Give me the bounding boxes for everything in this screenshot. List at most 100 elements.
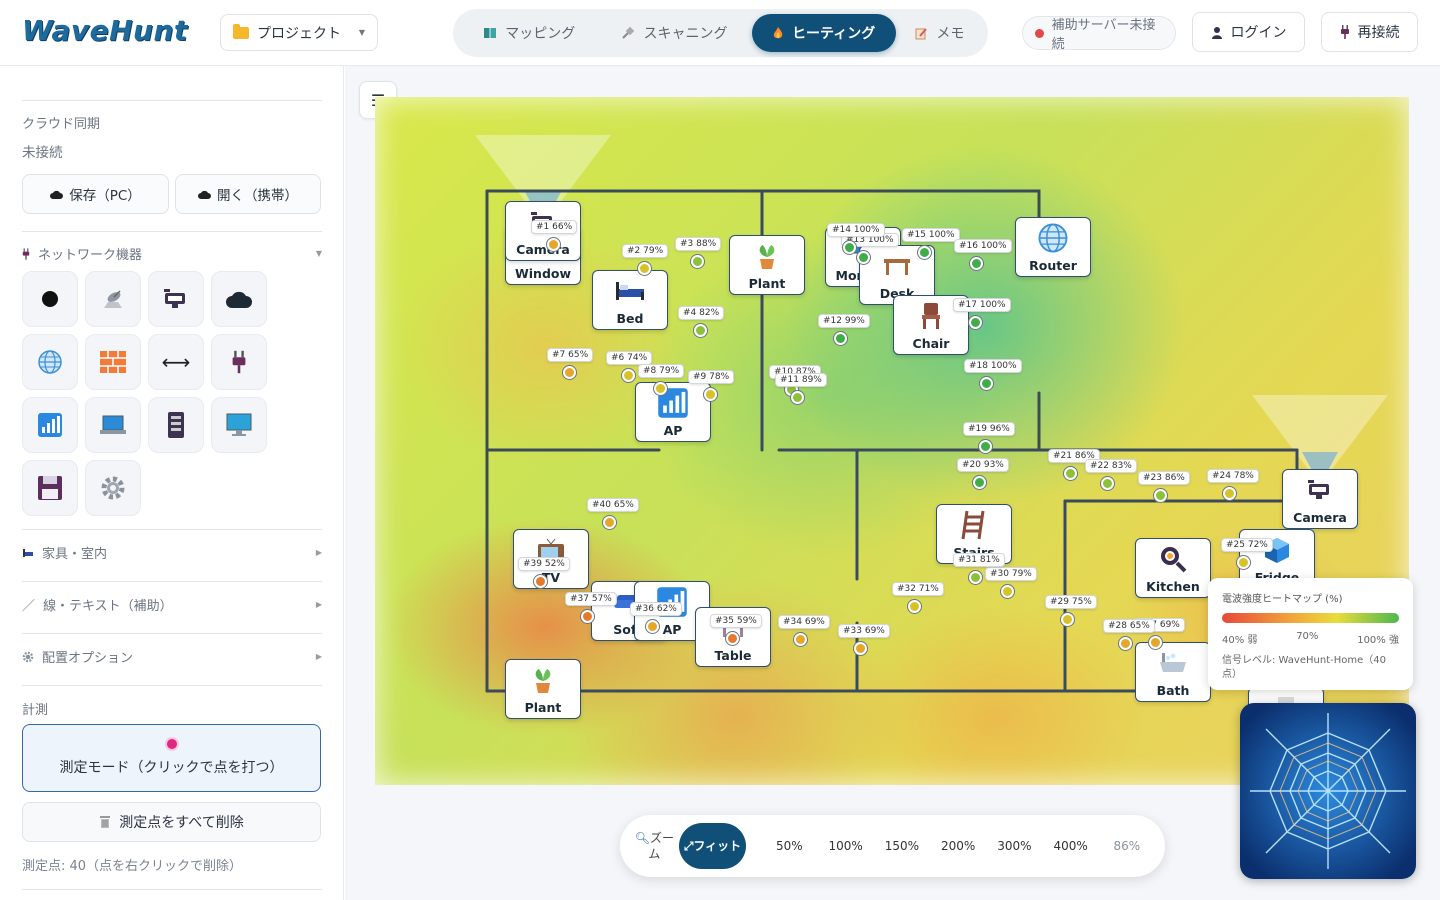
zoom-300-button[interactable]: 300% [986,839,1042,853]
object-label: Kitchen [1146,579,1200,594]
point-marker[interactable] [563,366,576,379]
tab-heating[interactable]: ヒーティング [751,14,896,52]
point-marker[interactable] [638,262,651,275]
tab-scanning[interactable]: スキャニング [601,14,747,52]
device-satellite[interactable] [85,271,141,327]
point-marker[interactable] [1101,477,1114,490]
floorplan-object-bath[interactable]: Bath [1135,642,1211,702]
floorplan-object-ap[interactable]: AP [635,382,711,442]
device-dot[interactable] [22,271,78,327]
object-label: Table [714,648,752,663]
floorplan-object-bed[interactable]: Bed [592,270,668,330]
point-marker[interactable] [980,377,993,390]
zoom-150-button[interactable]: 150% [874,839,930,853]
server-status: 補助サーバー未接続 [1022,16,1176,52]
point-marker[interactable] [704,388,717,401]
placement-options-header[interactable]: 配置オプション ▶ [22,647,322,666]
point-marker[interactable] [979,440,992,453]
reconnect-button[interactable]: 再接続 [1321,12,1418,52]
divider [22,529,322,530]
save-pc-button[interactable]: 保存（PC） [22,174,169,214]
zoom-fit-button[interactable]: ⤢ フィット [678,823,747,869]
point-marker[interactable] [908,600,921,613]
zoom-400-button[interactable]: 400% [1043,839,1099,853]
user-icon [1211,26,1222,39]
tab-memo[interactable]: メモ [900,14,980,52]
zoom-current: 86% [1113,839,1141,853]
point-marker[interactable] [1001,585,1014,598]
point-marker[interactable] [691,255,704,268]
point-marker[interactable] [654,382,667,395]
cloud-icon [198,190,211,199]
point-marker[interactable] [534,575,547,588]
point-marker[interactable] [834,332,847,345]
zoom-50-button[interactable]: 50% [761,839,817,853]
device-link[interactable]: ⟷ [148,334,204,390]
device-laptop[interactable] [85,397,141,453]
device-camera[interactable] [148,271,204,327]
point-marker[interactable] [970,257,983,270]
lines-text-header[interactable]: ／ 線・テキスト（補助） ▶ [22,595,322,614]
point-marker[interactable] [694,324,707,337]
device-firewall[interactable] [85,334,141,390]
memo-icon [915,27,928,39]
point-marker[interactable] [547,238,560,251]
point-marker[interactable] [1223,487,1236,500]
floorplan-object-plant[interactable]: Plant [729,235,805,295]
point-label: #35 59% [710,614,762,628]
zoom-100-button[interactable]: 100% [818,839,874,853]
device-globe[interactable] [22,334,78,390]
furniture-header[interactable]: 家具・室内 ▶ [22,543,322,562]
point-marker[interactable] [1064,467,1077,480]
chevron-down-icon: ▼ [315,249,322,258]
device-desktop[interactable] [211,397,267,453]
point-label: #4 82% [678,306,725,320]
point-marker[interactable] [969,316,982,329]
point-marker[interactable] [794,633,807,646]
bed-icon [23,548,33,557]
device-settings[interactable] [85,460,141,516]
point-marker[interactable] [581,610,594,623]
point-marker[interactable] [1119,637,1132,650]
point-marker[interactable] [1154,489,1167,502]
point-marker[interactable] [726,632,739,645]
point-marker[interactable] [843,241,856,254]
web-logo-thumbnail[interactable] [1240,703,1416,879]
point-label: #15 100% [902,228,960,242]
point-marker[interactable] [1149,636,1162,649]
open-mobile-button[interactable]: 開く（携帯） [175,174,321,214]
device-cloud[interactable] [211,271,267,327]
floorplan-object-camera[interactable]: Camera [1282,469,1358,529]
tab-mapping[interactable]: マッピング [461,14,597,52]
point-marker[interactable] [969,571,982,584]
point-marker[interactable] [791,391,804,404]
login-button[interactable]: ログイン [1192,12,1305,52]
point-marker[interactable] [646,620,659,633]
point-marker[interactable] [1237,556,1250,569]
point-marker[interactable] [973,476,986,489]
cloud-status: 未接続 [22,145,63,161]
network-devices-header[interactable]: ネットワーク機器 ▼ [22,244,322,263]
floorplan-object-plant[interactable]: Plant [505,659,581,719]
floorplan-object-router[interactable]: Router [1015,217,1091,277]
project-menu-button[interactable]: プロジェクト ▼ [220,14,378,51]
point-marker[interactable] [1061,613,1074,626]
zoom-200-button[interactable]: 200% [930,839,986,853]
trash-icon [100,816,111,828]
point-label: #23 86% [1138,471,1190,485]
globe-icon [1037,218,1069,258]
point-marker[interactable] [854,642,867,655]
spider-web-icon [1240,703,1416,879]
device-ap[interactable] [22,397,78,453]
floorplan-object-kitchen[interactable]: Kitchen [1135,538,1211,598]
device-plug[interactable] [211,334,267,390]
cloud-sync-title: クラウド同期 [22,117,101,132]
measure-mode-button[interactable]: 測定モード（クリックで点を打つ） [22,724,321,792]
device-save[interactable] [22,460,78,516]
clear-points-button[interactable]: 測定点をすべて削除 [22,802,321,842]
point-marker[interactable] [622,369,635,382]
point-marker[interactable] [603,516,616,529]
point-marker[interactable] [918,246,931,259]
point-marker[interactable] [857,251,870,264]
device-server[interactable] [148,397,204,453]
